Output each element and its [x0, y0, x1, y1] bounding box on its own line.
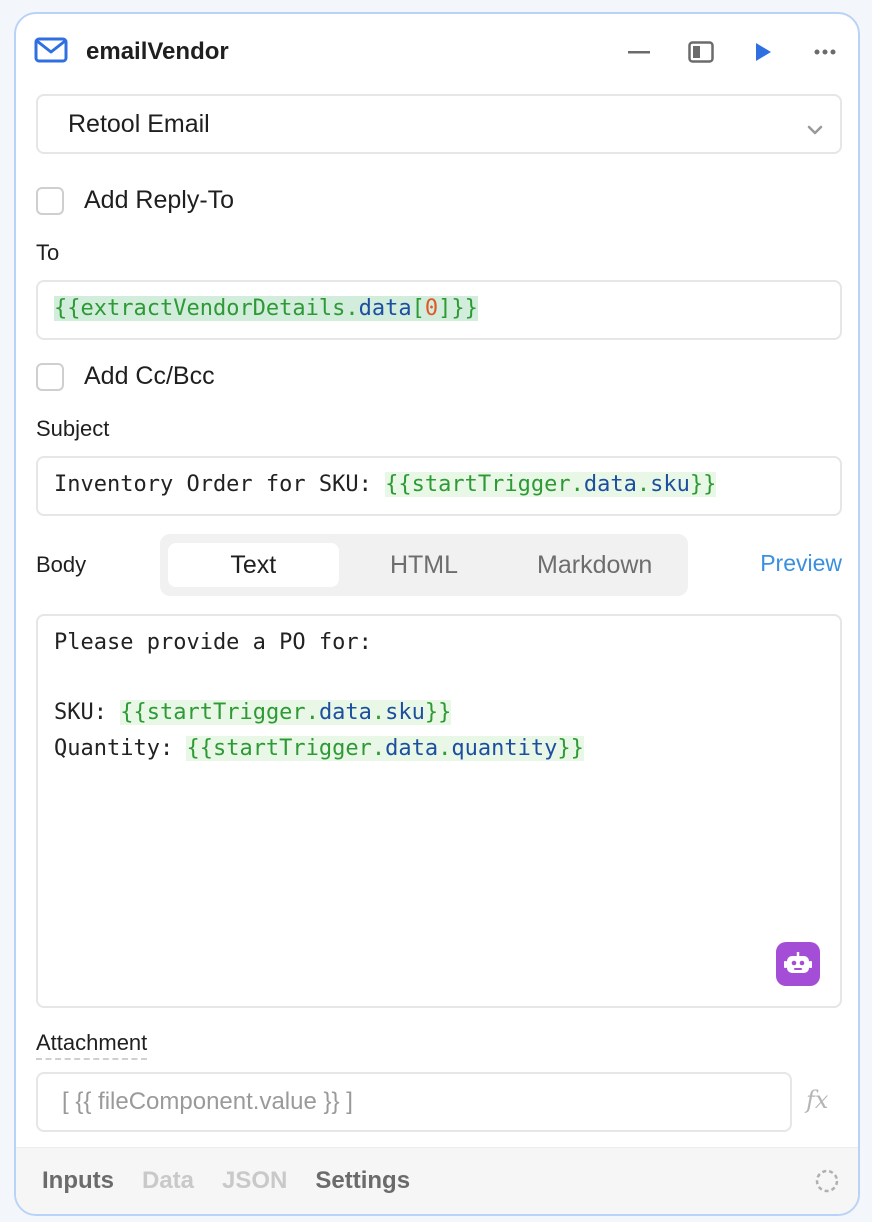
- body-format-tabs: Text HTML Markdown: [160, 534, 688, 596]
- tab-json[interactable]: JSON: [222, 1167, 287, 1195]
- minimize-icon[interactable]: [624, 37, 654, 67]
- preview-link[interactable]: Preview: [760, 550, 842, 577]
- body-line-1: Please provide a PO for:: [54, 630, 372, 655]
- tab-html[interactable]: HTML: [339, 543, 510, 587]
- subject-field[interactable]: Inventory Order for SKU: {{startTrigger.…: [36, 456, 842, 516]
- to-label: To: [36, 240, 60, 265]
- to-expression: {{extractVendorDetails.data[0]}}: [54, 296, 478, 321]
- tab-settings[interactable]: Settings: [315, 1167, 410, 1195]
- query-title[interactable]: emailVendor: [86, 38, 229, 66]
- subject-expression: Inventory Order for SKU: {{startTrigger.…: [54, 472, 717, 497]
- body-editor[interactable]: Please provide a PO for: SKU: {{startTri…: [36, 614, 842, 1008]
- panel-header: emailVendor: [34, 34, 840, 70]
- tab-inputs[interactable]: Inputs: [42, 1167, 114, 1195]
- resource-select-value: Retool Email: [68, 109, 210, 138]
- tab-data[interactable]: Data: [142, 1167, 194, 1195]
- attachment-input[interactable]: [ {{ fileComponent.value }} ]: [36, 1072, 792, 1132]
- body-line-quantity: Quantity: {{startTrigger.data.quantity}}: [54, 736, 584, 761]
- reply-to-checkbox[interactable]: [36, 186, 64, 215]
- footer-tabs: Inputs Data JSON Settings: [16, 1147, 858, 1214]
- fx-icon[interactable]: fx: [806, 1086, 828, 1114]
- query-panel: emailVendor Retool Email Add Reply-To To…: [14, 12, 860, 1216]
- more-icon[interactable]: [810, 37, 840, 67]
- header-actions: [624, 37, 840, 67]
- subject-label: Subject: [36, 416, 110, 441]
- cc-bcc-row: Add Cc/Bcc: [36, 362, 215, 391]
- body-line-sku: SKU: {{startTrigger.data.sku}}: [54, 700, 452, 725]
- attachment-label: Attachment: [36, 1030, 148, 1060]
- cc-bcc-checkbox[interactable]: [36, 362, 64, 391]
- mail-icon: [34, 37, 68, 68]
- resource-select[interactable]: Retool Email: [36, 94, 842, 154]
- run-icon[interactable]: [748, 37, 778, 67]
- attachment-placeholder: [ {{ fileComponent.value }} ]: [62, 1088, 353, 1115]
- to-field[interactable]: {{extractVendorDetails.data[0]}}: [36, 280, 842, 340]
- loading-spinner-icon: [814, 1168, 840, 1199]
- chevron-down-icon: [806, 114, 824, 143]
- cc-bcc-label: Add Cc/Bcc: [84, 362, 215, 390]
- body-label: Body: [36, 552, 87, 577]
- reply-to-label: Add Reply-To: [84, 186, 235, 214]
- tab-markdown[interactable]: Markdown: [509, 543, 680, 587]
- ai-assistant-icon[interactable]: [776, 942, 820, 986]
- reply-to-row: Add Reply-To: [36, 186, 234, 215]
- tab-text[interactable]: Text: [168, 543, 339, 587]
- panel-icon[interactable]: [686, 37, 716, 67]
